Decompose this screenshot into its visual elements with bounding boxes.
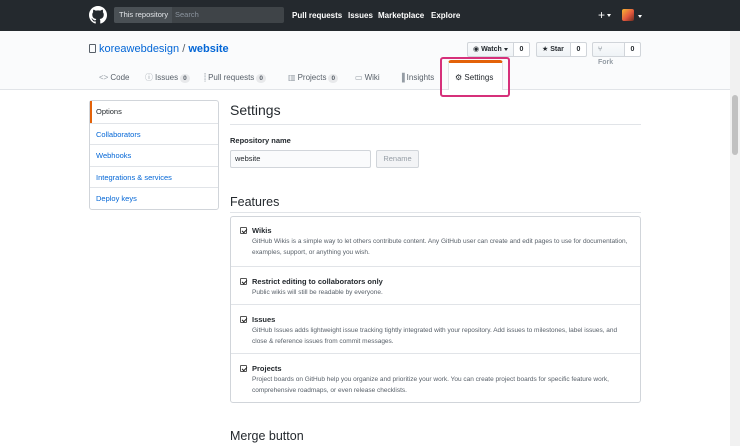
plus-icon: + xyxy=(598,8,606,22)
feature-restrict-editing: Restrict editing to collaborators only P… xyxy=(231,266,640,304)
star-button[interactable]: ★ Star xyxy=(536,42,571,57)
tab-code[interactable]: <> Code xyxy=(99,68,129,88)
code-icon: <> xyxy=(99,73,109,82)
feature-description: Project boards on GitHub help you organi… xyxy=(252,376,609,394)
watch-count[interactable]: 0 xyxy=(514,42,530,57)
avatar[interactable] xyxy=(622,9,634,21)
search-input[interactable]: Search xyxy=(174,7,282,23)
feature-title: Projects xyxy=(252,364,282,373)
watch-label: Watch xyxy=(481,46,502,53)
tab-issues[interactable]: ⓘ Issues 0 xyxy=(145,68,190,88)
search-scope-label: This repository xyxy=(114,7,172,23)
feature-issues: Issues GitHub Issues adds lightweight is… xyxy=(231,304,640,353)
feature-title: Restrict editing to collaborators only xyxy=(252,277,383,286)
repo-title: koreawebdesign / website xyxy=(89,43,229,55)
global-header: This repository Search Pull requests Iss… xyxy=(0,0,740,31)
nav-pull-requests[interactable]: Pull requests xyxy=(292,0,342,31)
features-divider xyxy=(230,212,641,213)
projects-checkbox[interactable] xyxy=(240,365,247,372)
feature-title: Issues xyxy=(252,315,276,324)
star-icon: ★ xyxy=(542,46,549,53)
menu-item-integrations[interactable]: Integrations & services xyxy=(90,165,218,188)
repo-name-input[interactable]: website xyxy=(230,150,371,168)
tab-projects-count: 0 xyxy=(328,74,339,83)
repo-name-link[interactable]: website xyxy=(188,43,228,55)
tab-insights-label: Insights xyxy=(406,73,435,82)
caret-down-icon xyxy=(638,15,642,18)
star-count[interactable]: 0 xyxy=(571,42,587,57)
fork-icon: ⑂ xyxy=(598,46,603,53)
graph-icon: ▐ xyxy=(399,73,405,82)
menu-item-options[interactable]: Options xyxy=(90,101,218,123)
page-title: Settings xyxy=(230,102,281,118)
menu-item-deploy-keys[interactable]: Deploy keys xyxy=(90,187,218,209)
feature-description: Public wikis will still be readable by e… xyxy=(252,289,383,296)
fork-count[interactable]: 0 xyxy=(625,42,641,57)
scrollbar-thumb[interactable] xyxy=(732,95,738,155)
repo-name-label: Repository name xyxy=(230,136,291,145)
features-box: Wikis GitHub Wikis is a simple way to le… xyxy=(230,216,641,403)
settings-menu: Options Collaborators Webhooks Integrati… xyxy=(89,100,219,210)
github-logo-icon[interactable] xyxy=(89,6,107,24)
nav-issues[interactable]: Issues xyxy=(348,0,373,31)
issue-opened-icon: ⓘ xyxy=(145,73,153,82)
star-label: Star xyxy=(550,46,564,53)
tab-pulls-count: 0 xyxy=(256,74,266,83)
fork-button[interactable]: ⑂ Fork xyxy=(592,42,625,66)
project-icon: ▥ xyxy=(288,73,296,82)
create-new-button[interactable]: + xyxy=(598,8,612,22)
repo-owner-link[interactable]: koreawebdesign xyxy=(99,43,179,55)
eye-icon: ◉ xyxy=(473,46,480,53)
caret-down-icon xyxy=(503,47,508,51)
tab-pulls-label: Pull requests xyxy=(208,73,255,82)
features-heading: Features xyxy=(230,195,280,209)
page-scrollbar[interactable] xyxy=(730,31,740,446)
book-icon: ▭ xyxy=(355,73,363,82)
menu-item-webhooks[interactable]: Webhooks xyxy=(90,144,218,166)
tab-pull-requests[interactable]: ⸽ Pull requests 0 xyxy=(204,68,266,88)
repo-book-icon xyxy=(89,44,96,53)
feature-wikis: Wikis GitHub Wikis is a simple way to le… xyxy=(231,217,640,266)
merge-button-heading: Merge button xyxy=(230,429,304,443)
rename-button[interactable]: Rename xyxy=(376,150,419,168)
repo-header: koreawebdesign / website ◉ Watch 0 ★ Sta… xyxy=(0,31,740,90)
watch-button[interactable]: ◉ Watch xyxy=(467,42,514,57)
settings-highlight-annotation xyxy=(440,57,510,97)
feature-projects: Projects Project boards on GitHub help y… xyxy=(231,353,640,402)
repo-title-separator: / xyxy=(182,43,186,55)
tab-wiki-label: Wiki xyxy=(364,73,380,82)
menu-item-collaborators[interactable]: Collaborators xyxy=(90,122,218,145)
git-pull-request-icon: ⸽ xyxy=(204,73,207,82)
feature-description: GitHub Issues adds lightweight issue tra… xyxy=(252,327,618,345)
tab-issues-label: Issues xyxy=(155,73,179,82)
tab-issues-count: 0 xyxy=(180,74,190,83)
wikis-checkbox[interactable] xyxy=(240,227,247,234)
tab-wiki[interactable]: ▭ Wiki xyxy=(355,68,380,88)
title-divider xyxy=(230,124,641,125)
restrict-editing-checkbox[interactable] xyxy=(240,278,247,285)
tab-projects-label: Projects xyxy=(297,73,327,82)
nav-explore[interactable]: Explore xyxy=(431,0,460,31)
issues-checkbox[interactable] xyxy=(240,316,247,323)
feature-title: Wikis xyxy=(252,226,272,235)
tab-insights[interactable]: ▐ Insights xyxy=(399,68,434,88)
feature-description: GitHub Wikis is a simple way to let othe… xyxy=(252,238,628,256)
caret-down-icon xyxy=(607,14,612,18)
header-search[interactable]: This repository Search xyxy=(114,7,284,23)
fork-label: Fork xyxy=(598,59,614,66)
tab-projects[interactable]: ▥ Projects 0 xyxy=(288,68,339,88)
nav-marketplace[interactable]: Marketplace xyxy=(378,0,424,31)
tab-code-label: Code xyxy=(110,73,130,82)
